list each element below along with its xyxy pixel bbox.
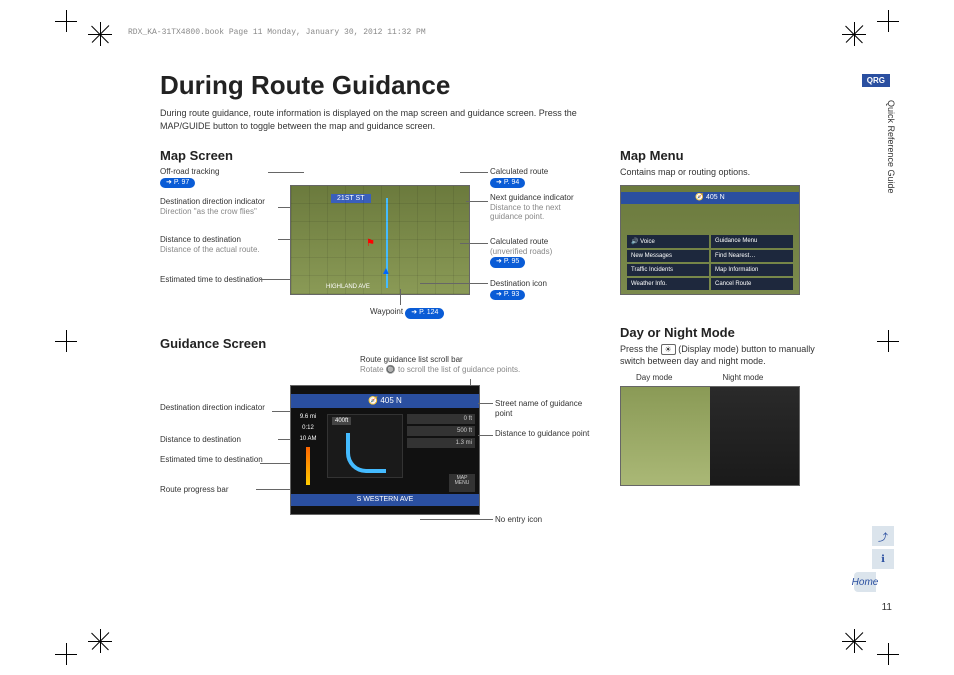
register-mark (88, 22, 112, 46)
side-tab-icons: ⤴ ℹ Home (872, 526, 894, 595)
progress-bar-icon (306, 447, 310, 485)
callout-destination-icon: Destination icon P. 93 (490, 279, 590, 300)
guidance-list: 0 ft 500 ft 1.3 mi (407, 414, 475, 450)
info-icon: ℹ (872, 549, 894, 569)
route-icon: ⤴ (872, 526, 894, 546)
mode-labels: Day mode Night mode (620, 373, 840, 382)
street-bar-bottom: S WESTERN AVE (291, 494, 479, 506)
home-tab: Home (854, 572, 876, 592)
leader-line (466, 201, 488, 202)
leader-line (420, 283, 488, 284)
waypoint-icon: ▲ (381, 266, 391, 277)
street-label-top: 21ST ST (331, 194, 371, 203)
register-mark (88, 629, 112, 653)
menu-item: Traffic Incidents (627, 264, 709, 276)
pageref: P. 94 (490, 178, 525, 188)
crop-mark (55, 10, 77, 32)
heading-map-screen: Map Screen (160, 148, 590, 163)
heading-guidance-screen: Guidance Screen (160, 336, 590, 351)
street-bar-top: 🧭 405 N (621, 192, 799, 204)
page-title: During Route Guidance (160, 70, 870, 101)
menu-item: 🔊 Voice (627, 235, 709, 248)
crop-mark (877, 330, 899, 352)
destination-flag-icon: ⚑ (366, 238, 375, 249)
callout-distance: Distance to destination Distance of the … (160, 235, 280, 254)
list-item: 500 ft (407, 426, 475, 436)
list-item: 0 ft (407, 414, 475, 424)
callout-dir-indicator-g: Destination direction indicator (160, 403, 280, 413)
day-mode-label: Day mode (636, 373, 672, 382)
guide-title-vertical: Quick Reference Guide (886, 100, 896, 194)
display-mode-key-icon: ☀ (661, 344, 676, 356)
callout-direction-indicator: Destination direction indicator Directio… (160, 197, 280, 216)
callout-unverified-route: Calculated route (unverified roads) P. 9… (490, 237, 590, 268)
leader-line (420, 519, 493, 520)
menu-item: New Messages (627, 250, 709, 262)
callout-scroll-bar: Route guidance list scroll bar Rotate 🔘 … (360, 355, 560, 374)
crop-mark (877, 10, 899, 32)
heading-map-menu: Map Menu (620, 148, 840, 163)
map-screen-diagram: Off-road tracking P. 97 Destination dire… (160, 167, 590, 332)
map-menu-desc: Contains map or routing options. (620, 167, 840, 179)
leader-line (268, 172, 304, 173)
leader-line (478, 435, 493, 436)
print-header: RDX_KA-31TX4800.book Page 11 Monday, Jan… (128, 28, 426, 37)
pageref: P. 97 (160, 178, 195, 188)
callout-next-guidance: Next guidance indicator Distance to the … (490, 193, 590, 222)
crop-mark (877, 643, 899, 665)
page-number: 11 (882, 602, 892, 613)
leader-line (478, 403, 493, 404)
side-stats: 9.6 mi 0:12 10 AM (293, 414, 323, 487)
day-mode-thumb (621, 387, 710, 485)
register-mark (842, 22, 866, 46)
night-mode-thumb (710, 387, 799, 485)
menu-item: Guidance Menu (711, 235, 793, 248)
crop-mark (55, 330, 77, 352)
night-mode-label: Night mode (722, 373, 763, 382)
leader-line (256, 489, 294, 490)
leader-line (260, 463, 294, 464)
callout-distance-g: Distance to destination (160, 435, 280, 445)
turn-arrow-icon (346, 433, 386, 473)
callout-off-road: Off-road tracking P. 97 (160, 167, 280, 188)
callout-waypoint: Waypoint P. 124 (370, 307, 444, 318)
callout-calculated-route: Calculated route P. 94 (490, 167, 590, 188)
day-night-screenshot (620, 386, 800, 486)
menu-item: Find Nearest… (711, 250, 793, 262)
day-night-desc: Press the ☀ (Display mode) button to man… (620, 344, 840, 367)
guidance-screenshot: 🧭 405 N 9.6 mi 0:12 10 AM 400ft 0 ft 500… (290, 385, 480, 515)
heading-day-night: Day or Night Mode (620, 325, 840, 340)
callout-distance-gp: Distance to guidance point (495, 429, 590, 439)
menu-item: Weather Info. (627, 278, 709, 290)
list-item: 1.3 mi (407, 438, 475, 448)
menu-item: Map Information (711, 264, 793, 276)
map-menu-screenshot: 🧭 405 N 🔊 Voice Guidance Menu New Messag… (620, 185, 800, 295)
leader-line (400, 289, 401, 305)
crop-mark (55, 643, 77, 665)
pageref: P. 93 (490, 290, 525, 300)
turn-distance: 400ft (332, 417, 351, 425)
pageref: P. 95 (490, 257, 525, 267)
intro-text: During route guidance, route information… (160, 107, 590, 132)
street-label-bottom: HIGHLAND AVE (326, 284, 370, 290)
map-menu-button: MAP MENU (449, 474, 475, 492)
map-screenshot: 21ST ST ⚑ ▲ HIGHLAND AVE (290, 185, 470, 295)
pageref: P. 124 (405, 308, 444, 318)
register-mark (842, 629, 866, 653)
leader-line (460, 172, 488, 173)
callout-street-name: Street name of guidance point (495, 399, 590, 418)
menu-item: Cancel Route (711, 278, 793, 290)
guidance-screen-diagram: Route guidance list scroll bar Rotate 🔘 … (160, 355, 590, 555)
street-bar-top: 🧭 405 N (291, 394, 479, 408)
leader-line (460, 243, 488, 244)
callout-no-entry: No entry icon (495, 515, 590, 525)
turn-thumbnail: 400ft (327, 414, 403, 478)
